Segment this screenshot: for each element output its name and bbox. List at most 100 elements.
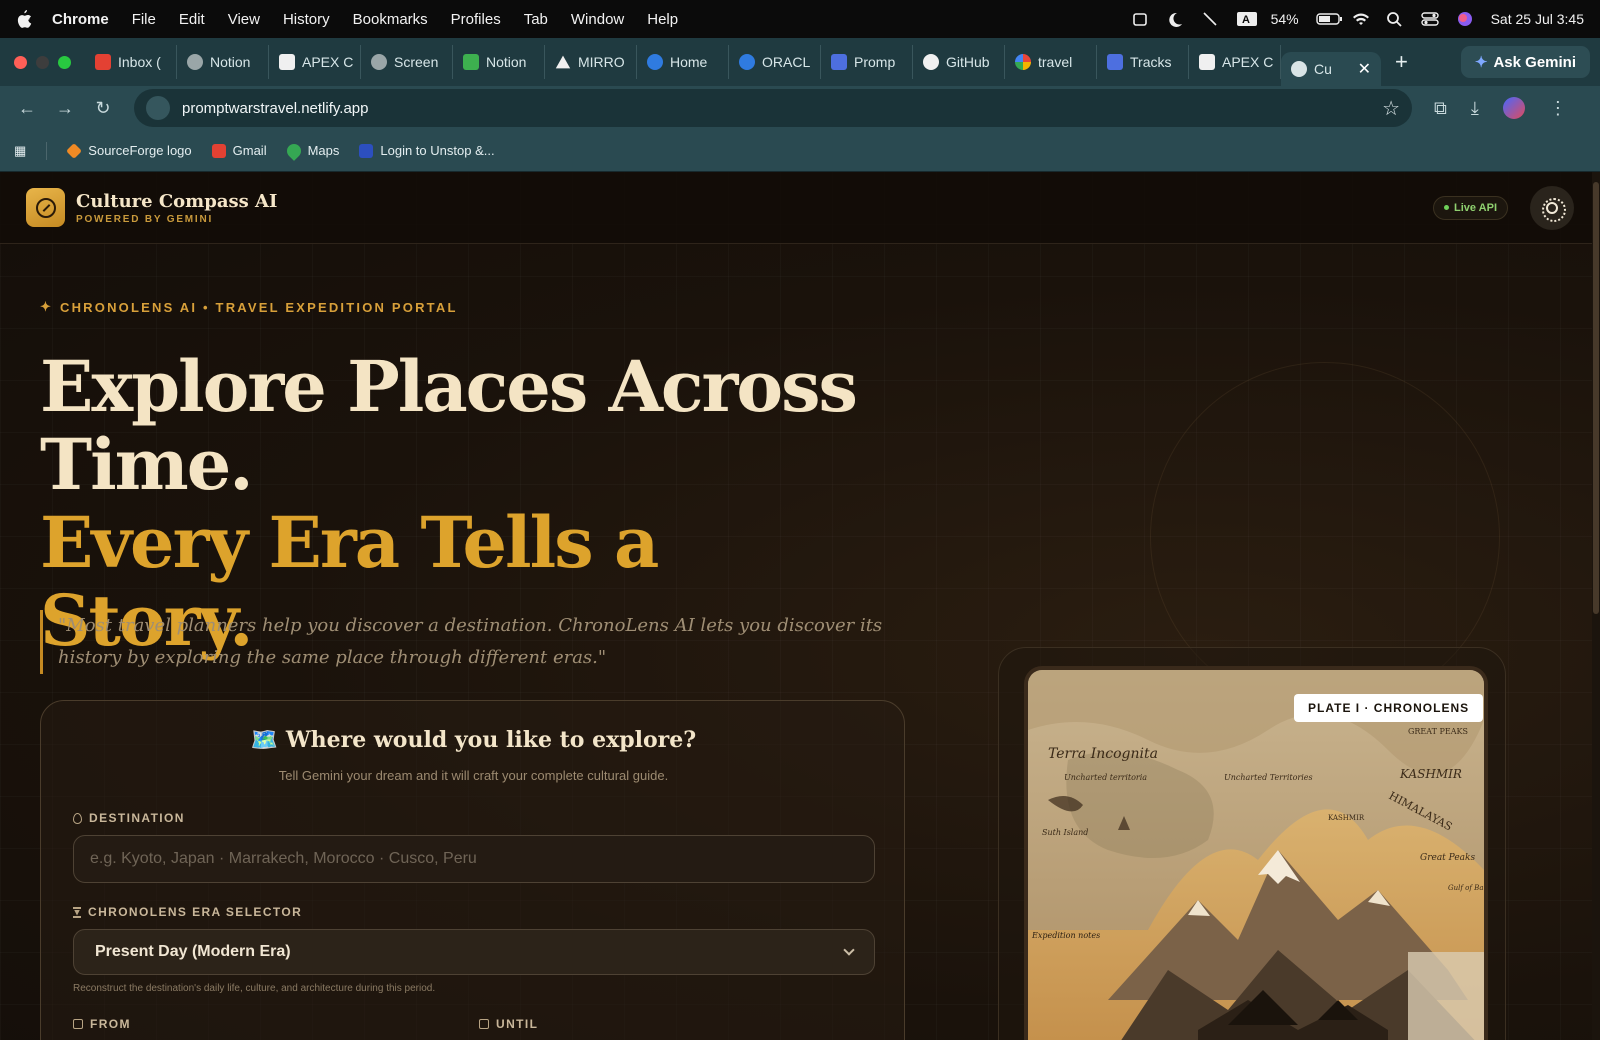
apps-grid-icon[interactable]: ▦ (14, 143, 26, 159)
tab-label: Promp (854, 54, 896, 70)
tab-label: ORACL (762, 54, 811, 70)
reload-icon[interactable]: ↻ (92, 98, 114, 119)
menu-file[interactable]: File (132, 11, 156, 28)
page-scrollbar[interactable] (1592, 172, 1600, 1040)
control-center-icon[interactable] (1420, 11, 1439, 27)
profile-avatar[interactable] (1502, 97, 1525, 119)
bookmark-label: Maps (307, 143, 340, 158)
bookmark-label: SourceForge logo (88, 143, 192, 158)
menu-bookmarks[interactable]: Bookmarks (353, 11, 428, 28)
tab-label: Notion (486, 54, 527, 70)
siri-icon[interactable] (1456, 11, 1474, 27)
browser-tab[interactable]: Home (637, 45, 729, 79)
from-label-text: FROM (90, 1017, 131, 1031)
gmail-favicon-icon (95, 54, 111, 70)
destination-input[interactable]: e.g. Kyoto, Japan · Marrakech, Morocco ·… (73, 835, 875, 883)
browser-tab-active[interactable]: Cu ✕ (1281, 52, 1381, 86)
address-url[interactable]: promptwarstravel.netlify.app (182, 100, 368, 117)
menu-tab[interactable]: Tab (524, 11, 548, 28)
svg-text:A: A (1242, 14, 1250, 26)
new-tab-button[interactable]: + (1395, 49, 1408, 75)
tab-label: Tracks (1130, 54, 1172, 70)
bookmark-item[interactable]: Maps (283, 140, 340, 161)
bookmarks-divider (46, 141, 48, 160)
golf-flag-favicon-icon (463, 54, 479, 70)
compass-logo-icon[interactable] (26, 188, 65, 227)
menu-view[interactable]: View (228, 11, 260, 28)
keyboard-a-icon[interactable]: A (1236, 11, 1257, 27)
download-icon[interactable]: ⤓ (1471, 98, 1479, 119)
more-menu-icon[interactable]: ⋮ (1549, 98, 1567, 119)
bookmark-item[interactable]: Gmail (211, 143, 267, 158)
spotlight-search-icon[interactable] (1386, 11, 1404, 27)
pen-slash-icon[interactable] (1201, 11, 1219, 27)
browser-tab[interactable]: Screen (361, 45, 453, 79)
menu-history[interactable]: History (283, 11, 330, 28)
notion-favicon-icon (187, 54, 203, 70)
menu-window[interactable]: Window (571, 11, 624, 28)
era-hint: Reconstruct the destination's daily life… (73, 983, 436, 994)
c-favicon-icon (739, 54, 755, 70)
close-window-button[interactable] (14, 55, 27, 69)
live-dot-icon (1444, 205, 1449, 210)
bookmark-label: Gmail (232, 143, 267, 158)
gmail-icon (211, 143, 226, 158)
live-api-label: Live API (1454, 201, 1497, 214)
browser-tab[interactable]: travel (1005, 45, 1097, 79)
zoom-window-button[interactable] (58, 55, 71, 69)
browser-tab[interactable]: APEX C (1189, 45, 1281, 79)
moon-icon[interactable] (1166, 11, 1184, 27)
ask-gemini-button[interactable]: ✦ Ask Gemini (1460, 46, 1590, 78)
era-select[interactable]: Present Day (Modern Era) (73, 929, 875, 975)
notion-n-favicon-icon (279, 54, 295, 70)
destination-label-text: DESTINATION (89, 811, 185, 825)
unstop-icon (359, 143, 374, 158)
extensions-puzzle-icon[interactable]: ⧉ (1434, 98, 1447, 119)
forward-arrow-icon[interactable]: → (54, 98, 76, 119)
apple-icon[interactable] (16, 10, 32, 28)
browser-tab[interactable]: APEX C (269, 45, 361, 79)
bookmark-star-icon[interactable]: ☆ (1382, 96, 1400, 121)
bookmark-item[interactable]: SourceForge logo (66, 142, 192, 159)
until-label: UNTIL (479, 1017, 538, 1031)
browser-tab[interactable]: MIRRO (545, 45, 637, 79)
browser-tab[interactable]: Tracks (1097, 45, 1189, 79)
tab-label: travel (1038, 54, 1073, 70)
map-label-kashmir-small: KASHMIR (1328, 814, 1365, 822)
menu-edit[interactable]: Edit (179, 11, 205, 28)
scrollbar-thumb[interactable] (1593, 182, 1599, 614)
browser-tab[interactable]: Inbox ( (85, 45, 177, 79)
tab-label: Notion (210, 54, 251, 70)
web-page: Culture Compass AI POWERED BY GEMINI Liv… (0, 172, 1600, 1040)
menubar-clock[interactable]: Sat 25 Jul 3:45 (1491, 11, 1584, 27)
battery-icon[interactable] (1315, 11, 1342, 27)
browser-tab[interactable]: GitHub (913, 45, 1005, 79)
map-label-bengal: Gulf of Bangal (1448, 884, 1484, 892)
browser-tab[interactable]: Notion (453, 45, 545, 79)
c-favicon-icon (647, 54, 663, 70)
battery-percent: 54% (1270, 11, 1299, 27)
sourceforge-icon (66, 142, 83, 159)
destination-label: DESTINATION (73, 811, 185, 825)
browser-tab[interactable]: Promp (821, 45, 913, 79)
address-bar[interactable]: promptwarstravel.netlify.app ☆ (134, 89, 1412, 127)
notification-icon[interactable] (1131, 11, 1149, 27)
close-tab-icon[interactable]: ✕ (1358, 59, 1371, 79)
google-favicon-icon (1015, 54, 1031, 70)
theme-toggle-button[interactable] (1530, 185, 1574, 230)
era-label-text: CHRONOLENS ERA SELECTOR (88, 905, 303, 919)
menu-help[interactable]: Help (647, 11, 678, 28)
map-label-terra: Terra Incognita (1048, 746, 1158, 762)
brand: Culture Compass AI POWERED BY GEMINI (76, 191, 277, 225)
minimize-window-button[interactable] (36, 55, 49, 69)
era-selector-label: CHRONOLENS ERA SELECTOR (73, 905, 302, 919)
menu-profiles[interactable]: Profiles (451, 11, 501, 28)
browser-tab[interactable]: ORACL (729, 45, 821, 79)
compass-favicon-icon (1291, 61, 1307, 77)
back-arrow-icon[interactable]: ← (16, 98, 38, 119)
site-settings-icon[interactable] (146, 96, 170, 120)
wifi-icon[interactable] (1351, 11, 1369, 27)
browser-tab[interactable]: Notion (177, 45, 269, 79)
menu-app-name[interactable]: Chrome (52, 11, 109, 28)
bookmark-item[interactable]: Login to Unstop &... (359, 143, 495, 158)
